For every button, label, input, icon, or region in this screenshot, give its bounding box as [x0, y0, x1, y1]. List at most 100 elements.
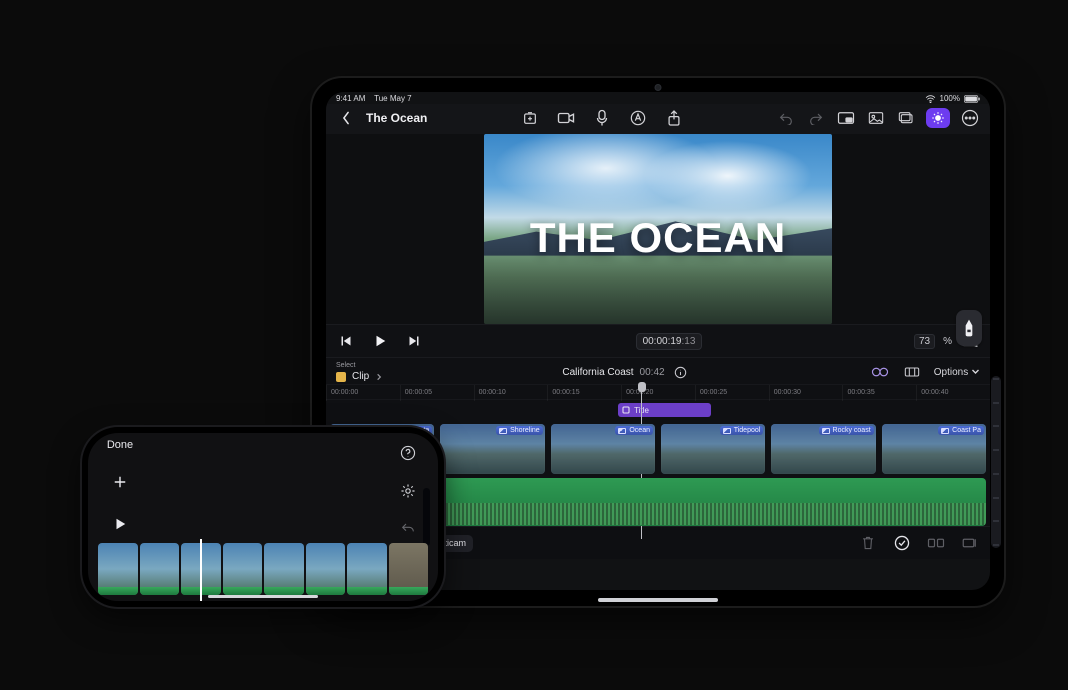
next-frame-button[interactable]: [404, 331, 424, 351]
select-label: Select: [336, 362, 383, 369]
phone-clip[interactable]: [98, 543, 138, 595]
import-media-button[interactable]: [520, 108, 540, 128]
options-button[interactable]: Options: [934, 367, 980, 378]
clip-thumbnail-icon: [822, 428, 830, 434]
wifi-icon: [925, 95, 936, 103]
zoom-percent[interactable]: 73: [919, 336, 930, 347]
ruler-tick: 00:00:15: [547, 385, 621, 401]
camera-button[interactable]: [556, 108, 576, 128]
ruler-tick: 00:00:40: [916, 385, 990, 401]
clip-label-bar: Ocean: [615, 426, 653, 435]
back-button[interactable]: [336, 108, 356, 128]
timeline-view-button[interactable]: [902, 362, 922, 382]
voiceover-button[interactable]: [592, 108, 612, 128]
viewer-area: THE OCEAN: [326, 134, 990, 324]
clip-thumbnail-icon: [941, 428, 949, 434]
clip-label-bar: Tidepool: [720, 426, 764, 435]
phone-clip[interactable]: [264, 543, 304, 595]
phone-clip[interactable]: [140, 543, 180, 595]
phone-clip[interactable]: [223, 543, 263, 595]
ipad-camera-dot: [655, 84, 662, 91]
phone-clip[interactable]: [306, 543, 346, 595]
more-button[interactable]: [960, 108, 980, 128]
timecode-frames: :13: [682, 336, 696, 347]
chevron-right-icon: [375, 373, 383, 381]
battery-pct: 100%: [940, 94, 960, 103]
clip-thumbnail-icon: [723, 428, 731, 434]
phone-timeline[interactable]: [88, 539, 438, 601]
effects-button-active[interactable]: [926, 108, 950, 128]
done-button[interactable]: Done: [107, 439, 133, 451]
preview-title-text: THE OCEAN: [484, 214, 832, 262]
ruler-tick: 00:00:35: [842, 385, 916, 401]
prev-frame-button[interactable]: [336, 331, 356, 351]
timeline-ruler[interactable]: 00:00:0000:00:0500:00:1000:00:1500:00:20…: [326, 384, 990, 400]
clip-name: Shoreline: [510, 427, 540, 434]
share-button[interactable]: [664, 108, 684, 128]
ruler-tick: 00:00:05: [400, 385, 474, 401]
clip-thumbnail-icon: [499, 428, 507, 434]
project-title: The Ocean: [366, 111, 427, 125]
battery-icon: [964, 95, 980, 103]
redo-button[interactable]: [806, 108, 826, 128]
text-button[interactable]: [628, 108, 648, 128]
timeline-clip[interactable]: Coast Pa: [882, 424, 986, 474]
iphone-dynamic-island: [423, 488, 430, 546]
delete-button[interactable]: [858, 533, 878, 553]
connected-clips-button[interactable]: [870, 362, 890, 382]
clip-thumbnail-icon: [618, 428, 626, 434]
clip-label: Clip: [352, 371, 369, 382]
timeline-clip[interactable]: Tidepool: [661, 424, 765, 474]
clip-name: Ocean: [629, 427, 650, 434]
timecode-value: 00:00:19: [643, 336, 682, 347]
clip-label-bar: Shoreline: [496, 426, 543, 435]
pip-button[interactable]: [836, 108, 856, 128]
phone-clip[interactable]: [347, 543, 387, 595]
phone-undo-button[interactable]: [397, 521, 419, 535]
clip-label-bar: Coast Pa: [938, 426, 984, 435]
add-button[interactable]: [109, 471, 131, 493]
zoom-unit: %: [943, 336, 952, 347]
transport-bar: 00:00:19:13 73 %: [326, 324, 990, 357]
timeline-clip[interactable]: Ocean: [551, 424, 655, 474]
enable-clip-button[interactable]: [892, 533, 912, 553]
ruler-tick: 00:00:25: [695, 385, 769, 401]
ruler-tick: 00:00:10: [474, 385, 548, 401]
phone-clip[interactable]: [389, 543, 429, 595]
clip-name: Rocky coast: [833, 427, 871, 434]
clip-color-swatch: [336, 372, 346, 382]
trim-clip-button[interactable]: [960, 533, 980, 553]
phone-playhead[interactable]: [200, 539, 202, 601]
statusbar-left: 9:41 AM Tue May 7: [336, 94, 412, 103]
iphone-screen: Done THE OCEAN: [88, 433, 438, 601]
layers-button[interactable]: [896, 108, 916, 128]
ipad-toolbar: The Ocean: [326, 104, 990, 134]
preview-viewer[interactable]: THE OCEAN: [484, 134, 832, 324]
title-track[interactable]: Title: [326, 400, 990, 420]
timeline-clip[interactable]: Shoreline: [440, 424, 544, 474]
ruler-tick: 00:00:30: [769, 385, 843, 401]
split-clip-button[interactable]: [926, 533, 946, 553]
asset-name: California Coast: [562, 367, 633, 378]
timeline-clip[interactable]: Rocky coast: [771, 424, 875, 474]
play-button[interactable]: [370, 331, 390, 351]
settings-button[interactable]: [397, 483, 419, 499]
clip-name: Coast Pa: [952, 427, 981, 434]
draw-tool-button[interactable]: [956, 310, 982, 346]
ruler-tick: 00:00:20: [621, 385, 695, 401]
iphone-device: Done THE OCEAN: [82, 427, 444, 607]
ruler-tick: 00:00:00: [326, 385, 400, 401]
info-button[interactable]: [671, 362, 691, 382]
phone-play-button[interactable]: [109, 513, 131, 535]
undo-button[interactable]: [776, 108, 796, 128]
asset-duration: 00:42: [640, 367, 665, 378]
clip-chip[interactable]: Clip: [336, 371, 383, 382]
statusbar-right: 100%: [925, 94, 980, 103]
photo-button[interactable]: [866, 108, 886, 128]
title-icon: [622, 406, 630, 414]
title-clip[interactable]: Title: [618, 403, 711, 417]
timecode-display[interactable]: 00:00:19:13: [636, 333, 703, 350]
statusbar-date: Tue May 7: [374, 94, 412, 103]
help-button[interactable]: [397, 445, 419, 461]
ipad-statusbar: 9:41 AM Tue May 7 100%: [326, 92, 990, 104]
